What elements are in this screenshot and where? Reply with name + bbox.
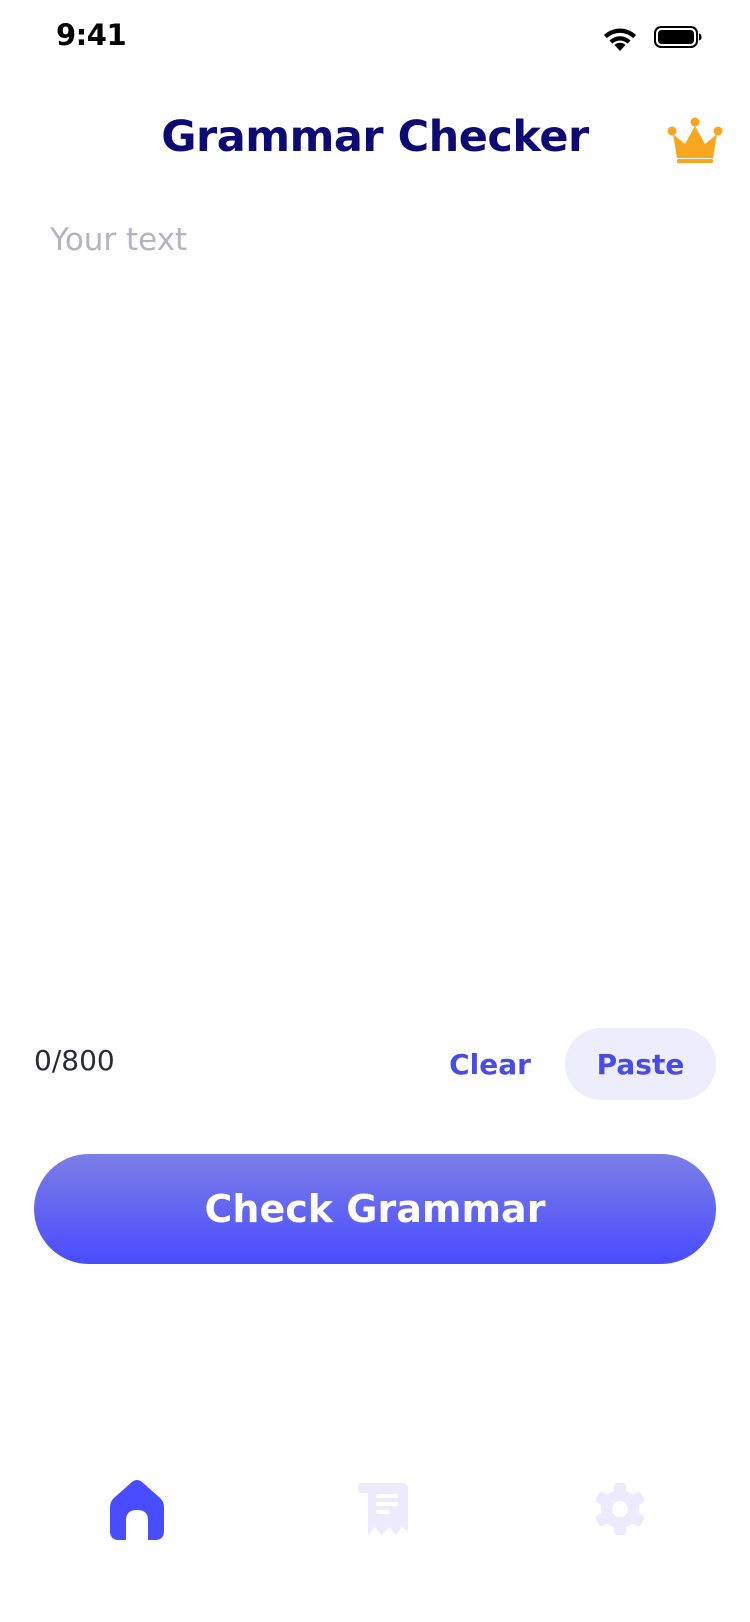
crown-icon[interactable] [667, 116, 723, 164]
text-input[interactable] [34, 208, 716, 998]
status-bar: 9:41 [0, 0, 750, 88]
tab-bar [0, 1430, 750, 1622]
clear-button[interactable]: Clear [440, 1028, 540, 1100]
tab-home[interactable] [77, 1464, 197, 1554]
character-count: 0/800 [34, 1044, 115, 1077]
check-grammar-button[interactable]: Check Grammar [34, 1154, 716, 1264]
actions-row: 0/800 Clear Paste [0, 1028, 750, 1100]
history-icon [354, 1481, 410, 1537]
home-icon [104, 1477, 170, 1541]
tab-settings[interactable] [560, 1464, 680, 1554]
wifi-icon [602, 24, 638, 52]
status-time: 9:41 [56, 18, 127, 52]
header: Grammar Checker [0, 100, 750, 180]
gear-icon [593, 1482, 647, 1536]
page-title: Grammar Checker [161, 112, 589, 162]
paste-button[interactable]: Paste [565, 1028, 716, 1100]
tab-history[interactable] [322, 1464, 442, 1554]
battery-icon [654, 26, 702, 48]
